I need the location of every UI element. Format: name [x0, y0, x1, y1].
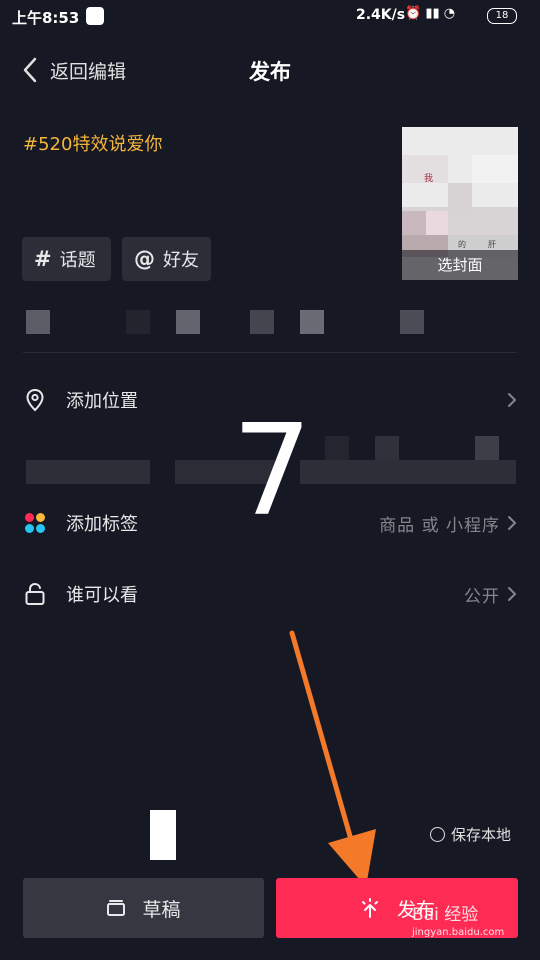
chevron-right-icon	[508, 516, 517, 530]
cover-text-1: 我	[424, 174, 434, 184]
status-time: 上午8:53	[12, 9, 80, 27]
save-local-label: 保存本地	[451, 826, 512, 844]
add-tag-row[interactable]: 添加标签 商品 或 小程序	[0, 498, 540, 548]
draft-label: 草稿	[142, 898, 181, 921]
annotation-marker	[150, 810, 176, 860]
chevron-right-icon	[508, 587, 517, 601]
page-title: 发布	[249, 60, 291, 84]
visibility-label: 谁可以看	[66, 585, 138, 606]
draft-button[interactable]: 草稿	[23, 878, 264, 938]
friend-chip[interactable]: @ 好友	[122, 237, 211, 281]
description-text[interactable]: #520特效说爱你	[23, 130, 162, 156]
add-tag-label: 添加标签	[66, 514, 138, 535]
cover-text-2: 的	[458, 240, 466, 249]
visibility-value: 公开	[464, 586, 500, 607]
cover-text-3: 肝	[488, 240, 496, 249]
draft-box-icon	[107, 900, 126, 916]
unlock-icon	[25, 582, 45, 605]
location-pin-icon	[26, 388, 44, 412]
signal-wifi-icons: ⏰ ▮▮ ◔	[405, 6, 456, 21]
battery-icon: 18	[487, 8, 517, 24]
select-cover-button[interactable]: 选封面	[402, 250, 518, 280]
friend-chip-label: 好友	[163, 250, 199, 271]
watermark-url: jingyan.baidu.com	[412, 927, 505, 938]
chevron-right-icon	[508, 393, 517, 407]
add-location-label: 添加位置	[66, 391, 138, 412]
colored-dots-icon	[25, 513, 45, 533]
save-local-toggle[interactable]: 保存本地	[430, 824, 511, 845]
status-bar: 上午8:53 2.4K/s ⏰ ▮▮ ◔ 18	[0, 0, 540, 34]
radio-icon	[430, 827, 445, 842]
baidu-watermark: Bai 经验 jingyan.baidu.com	[412, 900, 504, 938]
tiktok-notification-icon	[86, 7, 104, 25]
network-speed: 2.4K/s	[356, 7, 406, 23]
publish-upload-icon	[361, 898, 378, 918]
topic-chip-label: 话题	[59, 250, 96, 271]
add-tag-value: 商品 或 小程序	[379, 515, 500, 536]
watermark-brand: Bai 经验	[412, 905, 479, 925]
topic-chip[interactable]: # 话题	[22, 237, 111, 281]
hashtag-icon: #	[34, 247, 52, 271]
visibility-row[interactable]: 谁可以看 公开	[0, 569, 540, 619]
cover-thumbnail[interactable]: 我 的 肝 选封面	[402, 127, 518, 280]
at-icon: @	[134, 247, 155, 271]
divider	[23, 352, 517, 353]
annotation-arrow	[289, 630, 376, 887]
